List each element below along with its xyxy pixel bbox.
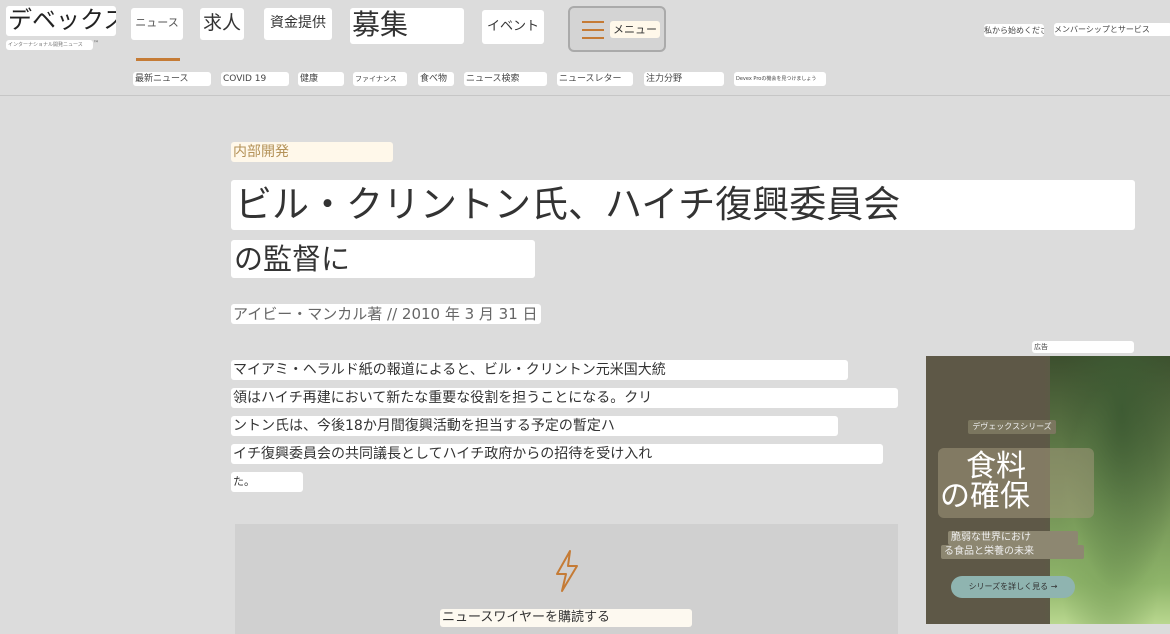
logo-tagline: インターナショナル開発ニュース [6, 40, 93, 50]
header-divider [0, 95, 1170, 96]
subnav-latest-news[interactable]: 最新ニュース [133, 72, 211, 86]
ad-description: る食品と栄養の未来 [941, 545, 1084, 559]
ad-series-label: デヴェックスシリーズ [968, 420, 1056, 434]
newswire-subscribe-link[interactable]: ニュースワイヤーを購読する [440, 609, 692, 627]
article-category[interactable]: 内部開発 [231, 142, 393, 162]
nav-events[interactable]: イベント [482, 10, 544, 44]
subnav-health[interactable]: 健康 [298, 72, 344, 86]
nav-funding[interactable]: 資金提供 [264, 8, 332, 40]
nav-news[interactable]: ニュース [131, 8, 183, 40]
newswire-signup-box: ニュースワイヤーを購読する [235, 524, 898, 634]
ad-title-line2: の確保 [940, 479, 1030, 514]
article-body-line: マイアミ・ヘラルド紙の報道によると、ビル・クリントン元米国大統 [231, 360, 848, 380]
hamburger-icon [582, 21, 604, 45]
subnav-news-search[interactable]: ニュース検索 [464, 72, 547, 86]
nav-active-indicator [136, 58, 180, 61]
trademark-mark: ™ [93, 40, 99, 47]
ad-description: 脆弱な世界におけ [948, 531, 1078, 545]
article-byline: アイビー・マンカル著 // 2010 年 3 月 31 日 [231, 304, 541, 324]
subnav-focus-areas[interactable]: 注力分野 [644, 72, 724, 86]
menu-label: メニュー [610, 21, 660, 38]
ad-explore-series-button[interactable]: シリーズを詳しく見る → [951, 576, 1075, 598]
article-body-line: ントン氏は、今後18か月間復興活動を担当する予定の暫定ハ [231, 416, 838, 436]
ad-label: 広告 [1032, 341, 1134, 353]
nav-jobs[interactable]: 求人 [200, 8, 244, 40]
logo[interactable]: デベックス [6, 6, 116, 36]
subnav-devex-pro[interactable]: Devex Proの機会を見つけましょう [734, 72, 826, 86]
article-title-continued: の監督に [231, 240, 535, 278]
subnav-finance[interactable]: ファイナンス [353, 72, 407, 86]
article-body-line: イチ復興委員会の共同議長としてハイチ政府からの招待を受け入れ [231, 444, 883, 464]
lightning-bolt-icon [556, 550, 578, 592]
login-link[interactable]: 私から始めください [984, 24, 1044, 37]
advertisement[interactable]: デヴェックスシリーズ 食料 の確保 脆弱な世界におけ る食品と栄養の未来 シリー… [926, 356, 1170, 624]
article-title: ビル・クリントン氏、ハイチ復興委員会 [231, 180, 1135, 230]
nav-recruit[interactable]: 募集 [350, 8, 464, 44]
subnav-newsletter[interactable]: ニュースレター [557, 72, 633, 86]
article-body-line: 領はハイチ再建において新たな重要な役割を担うことになる。クリ [231, 388, 898, 408]
membership-link[interactable]: メンバーシップとサービス [1054, 23, 1170, 36]
subnav-covid[interactable]: COVID 19 [221, 72, 289, 86]
menu-button[interactable]: メニュー [568, 6, 666, 52]
subnav-food[interactable]: 食べ物 [418, 72, 454, 86]
article-body-line: た。 [231, 472, 303, 492]
